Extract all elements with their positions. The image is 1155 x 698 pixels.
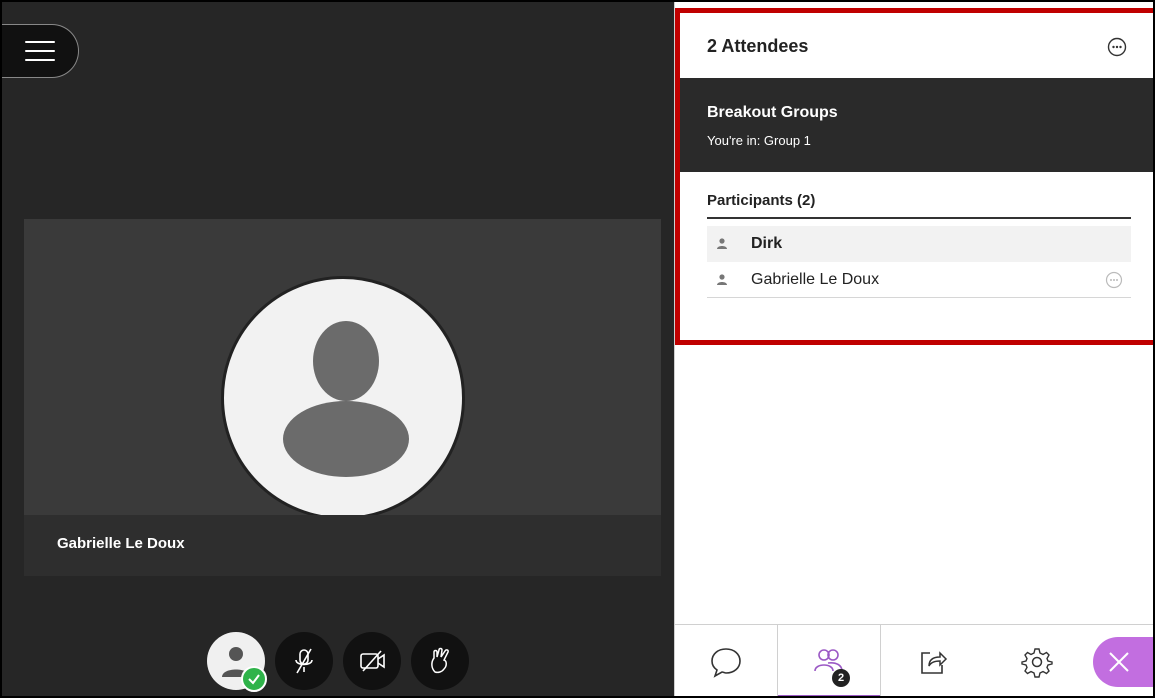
- my-status-button[interactable]: [207, 632, 267, 692]
- breakout-heading: Breakout Groups: [707, 104, 838, 121]
- chat-bubble-icon: [711, 648, 741, 678]
- hand-raise-button[interactable]: [411, 632, 469, 690]
- close-panel-button[interactable]: [1093, 637, 1153, 687]
- participant-options-icon[interactable]: [1105, 271, 1123, 289]
- participant-name: Dirk: [751, 235, 783, 252]
- breakout-groups-banner[interactable]: Breakout Groups You're in: Group 1: [680, 78, 1153, 172]
- person-icon: [717, 273, 727, 285]
- panel-title: 2 Attendees: [707, 36, 809, 56]
- participant-row[interactable]: Gabrielle Le Doux: [707, 262, 1131, 298]
- mic-off-button[interactable]: [275, 632, 333, 690]
- person-icon: [717, 238, 727, 249]
- participant-video-tile: Gabrielle Le Doux: [24, 219, 661, 576]
- camera-off-icon: [360, 650, 385, 672]
- main-menu-button[interactable]: [2, 24, 79, 78]
- tab-share-content[interactable]: [881, 625, 985, 696]
- panel-header: 2 Attendees: [675, 12, 1153, 78]
- tab-settings[interactable]: [985, 625, 1089, 696]
- close-icon: [1109, 652, 1129, 672]
- microphone-muted-icon: [295, 648, 313, 674]
- panel-tab-bar: 2: [675, 624, 1153, 696]
- participant-name-label: Gabrielle Le Doux: [57, 535, 185, 552]
- camera-off-button[interactable]: [343, 632, 401, 690]
- tab-chat[interactable]: [675, 625, 777, 696]
- attendees-panel: 2 Attendees Breakout Groups You're in: G…: [674, 2, 1153, 696]
- participants-header: Participants (2): [707, 192, 1131, 219]
- video-stage: Gabrielle Le Doux: [2, 2, 674, 696]
- share-content-icon: [921, 651, 948, 674]
- hamburger-menu-icon: [25, 41, 55, 61]
- hand-icon: [431, 647, 449, 674]
- collaborate-window: Gabrielle Le Doux 2 Attendees Breakout G…: [0, 0, 1155, 698]
- breakout-status: You're in: Group 1: [707, 133, 811, 148]
- avatar-placeholder-icon: [221, 276, 465, 520]
- gear-icon: [1021, 648, 1053, 678]
- participants-list: Participants (2) Dirk Gabrielle Le Doux: [707, 192, 1131, 298]
- attendee-count-badge: 2: [832, 669, 850, 687]
- participant-name: Gabrielle Le Doux: [751, 270, 880, 288]
- media-controls: [207, 632, 469, 692]
- tab-attendees[interactable]: 2: [777, 625, 881, 696]
- participant-row[interactable]: Dirk: [707, 226, 1131, 262]
- ellipsis-circle-icon[interactable]: [1107, 37, 1127, 57]
- participant-name-bar: Gabrielle Le Doux: [24, 515, 661, 576]
- check-icon: [241, 666, 267, 692]
